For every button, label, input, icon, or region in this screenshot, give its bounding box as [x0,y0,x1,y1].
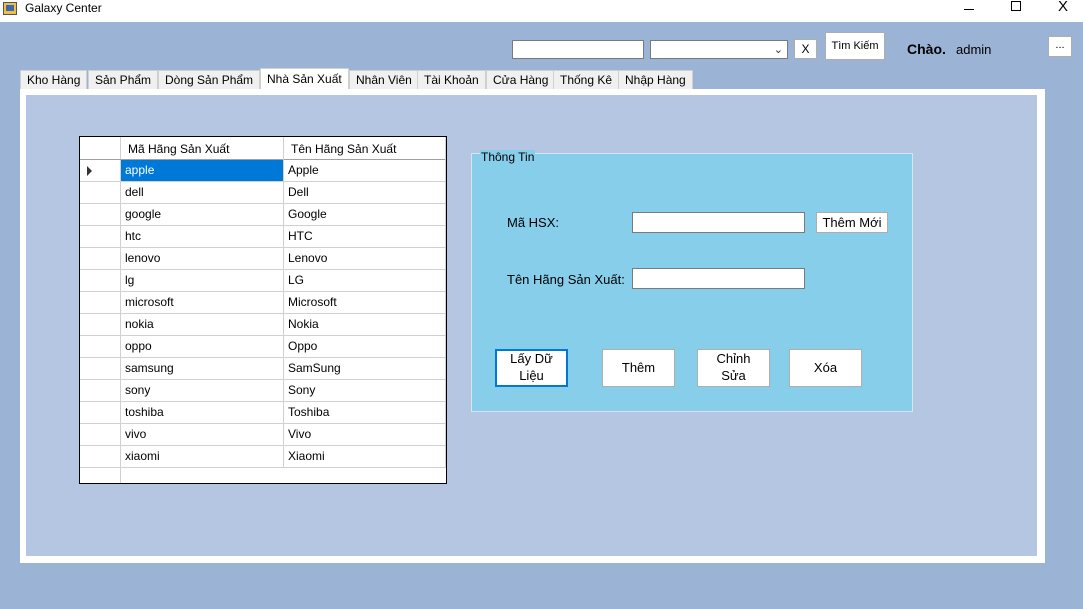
table-row-name-cell[interactable]: Toshiba [284,402,446,424]
table-row-code-cell[interactable]: dell [121,182,284,204]
code-field[interactable] [632,212,805,233]
load-data-label-2: Liệu [519,368,544,383]
maximize-icon [1011,1,1021,11]
table-row-name-cell[interactable]: HTC [284,226,446,248]
name-field[interactable] [632,268,805,289]
table-row-name-cell[interactable]: Vivo [284,424,446,446]
table-row-code-cell[interactable]: htc [121,226,284,248]
row-header[interactable] [80,204,121,226]
code-label: Mã HSX: [507,215,560,230]
search-input[interactable] [512,40,644,59]
name-label: Tên Hãng Sản Xuất: [507,272,625,287]
grid-header: Mã Hãng Sản Xuất Tên Hãng Sản Xuất [80,137,446,160]
title-bar: Galaxy Center X [0,0,1083,22]
table-row-name-cell[interactable]: Apple [284,160,446,182]
greeting: Chào. [907,41,946,57]
table-row-code-cell[interactable]: apple [121,160,284,182]
table-row-code-cell[interactable]: lg [121,270,284,292]
table-row-code-cell[interactable]: vivo [121,424,284,446]
table-row-name-cell[interactable]: LG [284,270,446,292]
table-row-code-cell[interactable]: oppo [121,336,284,358]
edit-label-1: Chỉnh [716,351,751,366]
more-button[interactable]: ... [1048,36,1072,57]
load-data-button[interactable]: Lấy Dữ Liệu [495,349,568,387]
close-button[interactable]: X [1040,0,1083,22]
row-header[interactable] [80,336,121,358]
current-row-icon [87,166,92,176]
tab-4[interactable]: Nhân Viên [349,70,419,90]
table-row-code-cell[interactable]: lenovo [121,248,284,270]
add-button[interactable]: Thêm [602,349,675,387]
row-header[interactable] [80,182,121,204]
edit-button[interactable]: Chỉnh Sửa [697,349,770,387]
search-button[interactable]: Tìm Kiếm [825,32,885,60]
row-header[interactable] [80,314,121,336]
tab-3[interactable]: Nhà Sản Xuất [260,68,349,91]
new-button[interactable]: Thêm Mới [816,212,888,233]
tab-5[interactable]: Tài Khoản [417,70,486,90]
table-row-name-cell[interactable]: Xiaomi [284,446,446,468]
table-row-code-cell[interactable]: google [121,204,284,226]
column-header-name[interactable]: Tên Hãng Sản Xuất [284,137,446,160]
minimize-button[interactable] [946,0,992,22]
delete-button[interactable]: Xóa [789,349,862,387]
row-header[interactable] [80,380,121,402]
minimize-icon [964,9,974,10]
tab-8[interactable]: Nhập Hàng [618,70,693,90]
table-row-name-cell[interactable]: Sony [284,380,446,402]
table-row-code-cell[interactable]: sony [121,380,284,402]
table-row-name-cell[interactable]: Dell [284,182,446,204]
row-header[interactable] [80,424,121,446]
tab-6[interactable]: Cửa Hàng [486,70,556,90]
row-header[interactable] [80,248,121,270]
table-row-code-cell[interactable]: samsung [121,358,284,380]
table-row-name-cell[interactable]: SamSung [284,358,446,380]
row-header[interactable] [80,226,121,248]
row-header[interactable] [80,358,121,380]
tab-0[interactable]: Kho Hàng [20,70,88,90]
column-header-code[interactable]: Mã Hãng Sản Xuất [121,137,284,160]
tab-7[interactable]: Thống Kê [553,70,620,90]
manufacturer-grid[interactable]: Mã Hãng Sản Xuất Tên Hãng Sản Xuất apple… [79,136,447,484]
table-row-code-cell[interactable]: xiaomi [121,446,284,468]
row-header[interactable] [80,402,121,424]
username: admin [956,42,992,57]
row-header[interactable] [80,446,121,468]
chevron-down-icon: ⌄ [773,44,783,56]
load-data-label-1: Lấy Dữ [510,351,553,366]
table-row-name-cell[interactable]: Google [284,204,446,226]
tab-1[interactable]: Sản Phẩm [88,70,159,90]
row-header[interactable] [80,292,121,314]
row-header[interactable] [80,270,121,292]
row-header[interactable] [80,160,121,182]
app-icon [3,2,17,15]
table-row-code-cell[interactable]: microsoft [121,292,284,314]
window-title: Galaxy Center [25,1,102,15]
table-row-code-cell[interactable]: nokia [121,314,284,336]
tab-2[interactable]: Dòng Sản Phẩm [158,70,261,90]
maximize-button[interactable] [993,0,1039,22]
table-row-name-cell[interactable]: Oppo [284,336,446,358]
table-row-name-cell[interactable]: Microsoft [284,292,446,314]
table-row-name-cell[interactable]: Lenovo [284,248,446,270]
close-icon: X [1057,0,1068,15]
table-row-name-cell[interactable]: Nokia [284,314,446,336]
search-combo[interactable]: ⌄ [650,40,788,59]
clear-search-button[interactable]: X [794,39,817,59]
groupbox-legend: Thông Tin [480,150,536,164]
edit-label-2: Sửa [721,368,746,383]
table-row-code-cell[interactable]: toshiba [121,402,284,424]
